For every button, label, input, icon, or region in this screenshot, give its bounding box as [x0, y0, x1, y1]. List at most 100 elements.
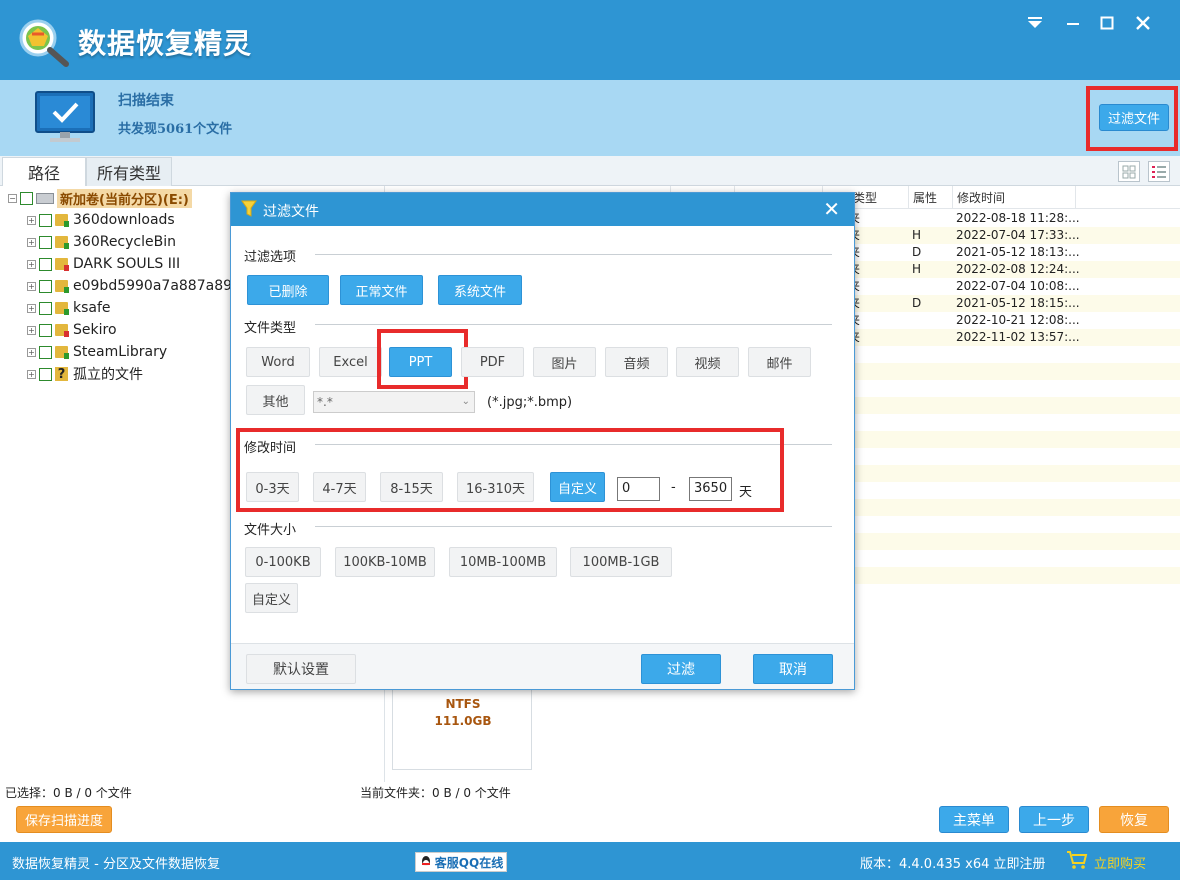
buy-now-link[interactable]: 立即购买: [1094, 853, 1146, 872]
type-word[interactable]: Word: [246, 347, 310, 377]
cell-attr: H: [912, 262, 922, 276]
tree-checkbox[interactable]: [39, 279, 52, 293]
folder-icon: [55, 302, 69, 315]
tree-checkbox[interactable]: [39, 257, 52, 271]
tab-path[interactable]: 路径: [2, 157, 86, 186]
qq-support-button[interactable]: 客服QQ在线: [415, 852, 507, 872]
main-menu-button[interactable]: 主菜单: [939, 806, 1009, 833]
size-custom[interactable]: 自定义: [245, 583, 298, 613]
type-mail[interactable]: 邮件: [748, 347, 811, 377]
tree-item[interactable]: +360downloads: [27, 209, 175, 231]
cancel-button[interactable]: 取消: [753, 654, 833, 684]
size-10mb-100mb[interactable]: 10MB-100MB: [449, 547, 557, 577]
minimize-icon[interactable]: [1058, 10, 1088, 36]
tree-checkbox[interactable]: [39, 301, 52, 315]
tree-item[interactable]: +? 孤立的文件: [27, 363, 143, 385]
cell-mtime: 2022-08-18 11:28:...: [956, 211, 1080, 225]
tree-checkbox[interactable]: [39, 235, 52, 249]
filter-ok-button[interactable]: 过滤: [641, 654, 721, 684]
title-bar: 数据恢复精灵: [0, 0, 1180, 80]
partition-card[interactable]: NTFS 111.0GB: [392, 680, 532, 770]
section-file-type: 文件类型: [244, 321, 297, 336]
list-view-icon[interactable]: [1148, 161, 1170, 182]
tree-root-label: 新加卷(当前分区)(E:): [57, 188, 192, 208]
expand-icon[interactable]: +: [27, 303, 36, 313]
app-title: 数据恢复精灵: [78, 27, 253, 60]
tree-item[interactable]: + SteamLibrary: [27, 341, 167, 363]
extension-select[interactable]: *.* ⌄: [313, 391, 475, 413]
tree-item-label: 360RecycleBin: [73, 234, 176, 250]
expand-icon[interactable]: +: [27, 259, 36, 269]
cell-mtime: 2022-07-04 17:33:...: [956, 228, 1080, 242]
type-pdf[interactable]: PDF: [461, 347, 524, 377]
cell-attr: D: [912, 296, 922, 310]
back-button[interactable]: 上一步: [1019, 806, 1089, 833]
tree-item[interactable]: + ksafe: [27, 297, 111, 319]
app-logo-icon: [19, 19, 69, 67]
expand-icon[interactable]: +: [27, 237, 36, 247]
monitor-check-icon: [35, 91, 95, 142]
scan-found-count: 共发现5061个文件: [118, 122, 233, 137]
expand-icon[interactable]: +: [27, 347, 36, 357]
filter-files-button[interactable]: 过滤文件: [1099, 104, 1169, 131]
drive-icon: [36, 192, 54, 204]
tree-item[interactable]: + DARK SOULS III: [27, 253, 180, 275]
maximize-icon[interactable]: [1092, 10, 1122, 36]
type-image[interactable]: 图片: [533, 347, 596, 377]
cell-mtime: 2022-10-21 12:08:...: [956, 313, 1080, 327]
option-deleted[interactable]: 已删除: [247, 275, 329, 305]
tree-checkbox[interactable]: [39, 323, 52, 337]
tree-item[interactable]: + e09bd5990a7a887a89a2: [27, 275, 250, 297]
selected-status: 已选择：0 B / 0 个文件: [5, 786, 132, 800]
size-0-100kb[interactable]: 0-100KB: [245, 547, 321, 577]
folder-icon: [55, 346, 69, 359]
tree-checkbox[interactable]: [39, 213, 52, 227]
tree-checkbox[interactable]: [39, 367, 52, 381]
size-100kb-10mb[interactable]: 100KB-10MB: [335, 547, 435, 577]
chevron-down-icon: ⌄: [461, 396, 470, 407]
dialog-title-bar[interactable]: 过滤文件 ✕: [231, 193, 854, 226]
extension-value: *.*: [317, 395, 333, 409]
tree-item-label: ksafe: [73, 300, 111, 316]
type-excel[interactable]: Excel: [319, 347, 382, 377]
recover-button[interactable]: 恢复: [1099, 806, 1169, 833]
expand-icon[interactable]: +: [27, 281, 36, 291]
cell-mtime: 2022-11-02 13:57:...: [956, 330, 1080, 344]
expand-icon[interactable]: +: [27, 325, 36, 335]
menu-dropdown-icon[interactable]: [1020, 10, 1050, 36]
footer-bar: 数据恢复精灵 - 分区及文件数据恢复 客服QQ在线 版本：4.4.0.435 x…: [0, 842, 1180, 880]
type-video[interactable]: 视频: [676, 347, 739, 377]
type-other[interactable]: 其他: [246, 385, 305, 415]
tree-checkbox[interactable]: [20, 191, 33, 205]
tree-item[interactable]: +360RecycleBin: [27, 231, 176, 253]
cell-mtime: 2021-05-12 18:13:...: [956, 245, 1080, 259]
option-normal-files[interactable]: 正常文件: [340, 275, 423, 305]
tree-item[interactable]: + Sekiro: [27, 319, 117, 341]
tab-all-types[interactable]: 所有类型: [86, 157, 172, 186]
section-filter-options: 过滤选项: [244, 250, 297, 265]
size-100mb-1gb[interactable]: 100MB-1GB: [570, 547, 672, 577]
cell-mtime: 2022-02-08 12:24:...: [956, 262, 1080, 276]
type-audio[interactable]: 音频: [605, 347, 668, 377]
option-system-files[interactable]: 系统文件: [438, 275, 522, 305]
col-mtime[interactable]: 修改时间: [952, 186, 1076, 209]
dialog-close-icon[interactable]: ✕: [823, 197, 840, 221]
cell-attr: H: [912, 228, 922, 242]
tree-root[interactable]: − 新加卷(当前分区)(E:): [8, 187, 192, 209]
col-attr[interactable]: 属性: [908, 186, 952, 209]
cart-icon[interactable]: [1066, 850, 1088, 870]
version-info[interactable]: 版本：4.4.0.435 x64 立即注册: [860, 853, 1046, 872]
close-icon[interactable]: [1128, 10, 1158, 36]
expand-icon[interactable]: +: [27, 369, 36, 379]
save-progress-button[interactable]: 保存扫描进度: [16, 806, 112, 833]
tree-checkbox[interactable]: [39, 345, 52, 359]
expand-icon[interactable]: +: [27, 215, 36, 225]
collapse-icon[interactable]: −: [8, 193, 17, 203]
default-settings-button[interactable]: 默认设置: [246, 654, 356, 684]
divider: [315, 254, 832, 255]
grid-view-icon[interactable]: [1118, 161, 1140, 182]
partition-filesystem: NTFS: [445, 697, 481, 711]
section-size: 文件大小: [244, 523, 297, 538]
cell-attr: D: [912, 245, 922, 259]
divider: [315, 324, 832, 325]
